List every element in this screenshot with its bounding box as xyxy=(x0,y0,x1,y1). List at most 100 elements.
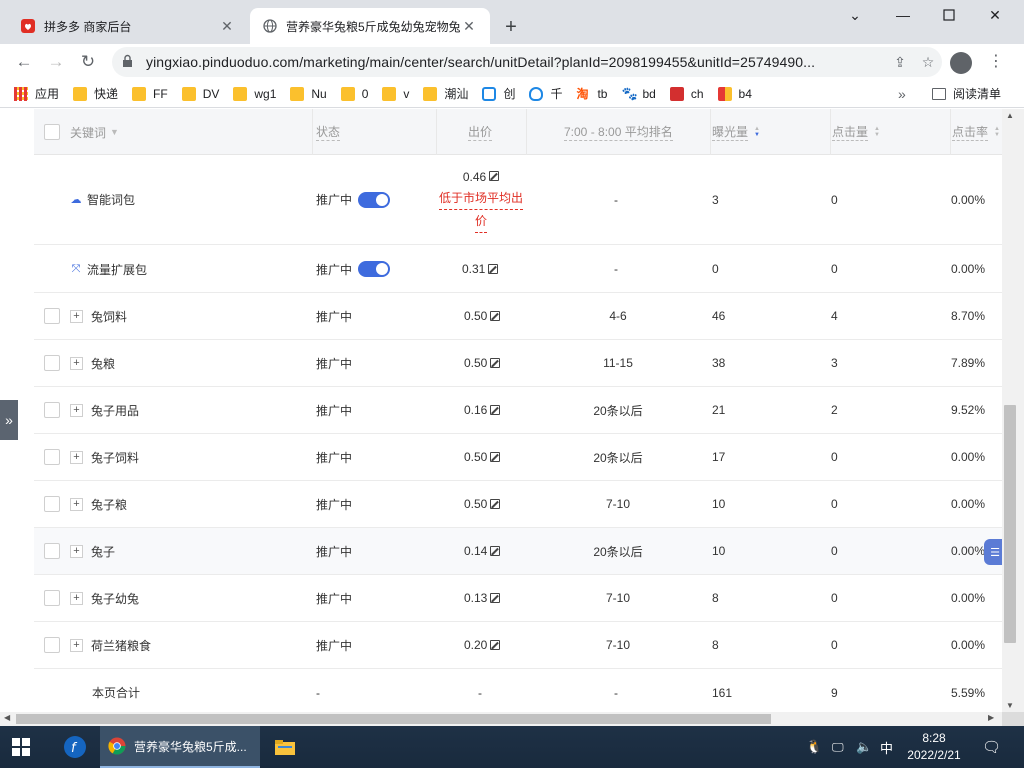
edit-icon[interactable] xyxy=(490,358,501,368)
bookmark-qianniu[interactable]: 千 xyxy=(529,85,562,102)
bookmark-folder[interactable]: FF xyxy=(132,86,168,101)
reading-list-button[interactable]: 阅读清单 xyxy=(932,85,1001,102)
tab-close-icon[interactable]: ✕ xyxy=(218,17,236,35)
reload-icon[interactable]: ↻ xyxy=(72,46,104,78)
close-window-icon[interactable]: ✕ xyxy=(972,4,1018,26)
bookmark-star-icon[interactable]: ☆ xyxy=(914,48,942,76)
folder-icon xyxy=(233,86,248,101)
bookmark-folder[interactable]: Nu xyxy=(290,86,327,101)
expand-row-icon[interactable]: + xyxy=(70,356,83,370)
minimize-icon[interactable]: — xyxy=(880,4,926,26)
bookmark-folder[interactable]: DV xyxy=(181,86,219,101)
notification-icon[interactable]: 🗨 xyxy=(982,726,1001,768)
filter-icon[interactable]: ▼ xyxy=(110,127,119,137)
sidebar-expand-icon[interactable]: » xyxy=(0,400,18,440)
volume-icon[interactable]: 🔈 xyxy=(856,726,872,768)
edit-icon[interactable] xyxy=(490,311,501,321)
status-toggle[interactable] xyxy=(358,191,391,208)
maximize-icon[interactable] xyxy=(926,4,972,26)
scroll-right-icon[interactable]: ▶ xyxy=(988,713,994,722)
edit-icon[interactable] xyxy=(490,593,501,603)
header-clicks[interactable]: 点击量 ▲ ▼ xyxy=(832,109,880,155)
bookmark-folder[interactable]: 潮汕 xyxy=(423,85,468,102)
bookmark-taobao[interactable]: 淘 tb xyxy=(576,87,607,101)
tab-pinduoduo-backend[interactable]: 拼多多 商家后台 ✕ xyxy=(8,8,248,44)
bookmark-apps[interactable]: 应用 xyxy=(14,85,59,102)
row-checkbox[interactable] xyxy=(44,637,60,653)
url-text[interactable]: yingxiao.pinduoduo.com/marketing/main/ce… xyxy=(146,54,886,70)
taskbar-chrome-window[interactable]: 营养豪华兔粮5斤成... xyxy=(100,726,260,768)
expand-row-icon[interactable]: + xyxy=(70,544,83,558)
expand-row-icon[interactable]: + xyxy=(70,497,83,511)
row-checkbox[interactable] xyxy=(44,590,60,606)
tab-close-icon[interactable]: ✕ xyxy=(460,17,478,35)
bookmark-baidu[interactable]: 🐾 bd xyxy=(621,86,655,101)
sort-icon[interactable]: ▲ ▼ xyxy=(874,126,880,138)
column-divider xyxy=(710,109,711,155)
row-checkbox[interactable] xyxy=(44,308,60,324)
bookmark-folder[interactable]: 快递 xyxy=(73,85,118,102)
bookmark-folder[interactable]: wg1 xyxy=(233,86,276,101)
bookmark-ch[interactable]: ch xyxy=(669,86,704,101)
network-icon[interactable]: 🖵 xyxy=(832,726,844,768)
scrollbar-thumb[interactable] xyxy=(1004,405,1016,643)
forward-icon[interactable]: → xyxy=(40,46,72,78)
edit-icon[interactable] xyxy=(488,264,499,274)
scroll-down-icon[interactable]: ▼ xyxy=(1006,701,1014,710)
tab-search-icon[interactable]: ⌄ xyxy=(832,4,878,26)
scrollbar-thumb[interactable] xyxy=(16,714,771,724)
profile-avatar-icon[interactable] xyxy=(950,52,972,74)
horizontal-scrollbar[interactable]: ◀ ▶ xyxy=(0,712,1002,726)
rank-cell: 7-10 xyxy=(605,591,631,605)
bookmark-b4[interactable]: b4 xyxy=(717,86,752,101)
edit-icon[interactable] xyxy=(490,405,501,415)
scroll-up-icon[interactable]: ▲ xyxy=(1006,111,1014,120)
header-impressions[interactable]: 曝光量 ▲ ▼ xyxy=(712,109,760,155)
bookmarks-more-icon[interactable]: » xyxy=(898,86,906,102)
bookmark-bilibili[interactable]: 创 xyxy=(482,85,515,102)
status-toggle[interactable] xyxy=(358,261,391,277)
windows-start-icon[interactable] xyxy=(12,738,30,756)
row-checkbox[interactable] xyxy=(44,543,60,559)
status-text: 推广中 xyxy=(316,193,353,207)
header-rank-label: 7:00 - 8:00 平均排名 xyxy=(564,125,673,141)
row-checkbox[interactable] xyxy=(44,402,60,418)
expand-row-icon[interactable]: + xyxy=(70,591,83,605)
sort-icon[interactable]: ▲ ▼ xyxy=(754,126,760,138)
expand-row-icon[interactable]: + xyxy=(70,403,83,417)
sort-icon[interactable]: ▲ ▼ xyxy=(994,126,1000,138)
flash-app-icon[interactable]: f xyxy=(60,726,90,768)
select-all-checkbox[interactable] xyxy=(44,124,60,140)
edit-icon[interactable] xyxy=(490,499,501,509)
file-explorer-icon[interactable] xyxy=(268,726,302,768)
edit-icon[interactable] xyxy=(490,640,501,650)
new-tab-button[interactable]: + xyxy=(500,16,522,38)
expand-row-icon[interactable]: + xyxy=(70,450,83,464)
header-keyword[interactable]: 关键词 ▼ xyxy=(70,109,119,155)
impressions-cell: 8 xyxy=(712,638,719,652)
edit-icon[interactable] xyxy=(489,170,500,181)
header-ctr[interactable]: 点击率 ▲ ▼ xyxy=(952,109,1000,155)
vertical-scrollbar[interactable]: ▲ ▼ xyxy=(1002,109,1018,712)
header-rank: 7:00 - 8:00 平均排名 xyxy=(564,109,673,155)
edit-icon[interactable] xyxy=(490,546,501,556)
tab-unit-detail[interactable]: 营养豪华兔粮5斤成兔幼兔宠物兔 ✕ xyxy=(250,8,490,44)
menu-dots-icon[interactable]: ⋮ xyxy=(988,53,1004,73)
expand-row-icon[interactable]: + xyxy=(70,638,83,652)
bookmark-folder[interactable]: 0 xyxy=(340,86,368,101)
row-checkbox[interactable] xyxy=(44,496,60,512)
edit-icon[interactable] xyxy=(490,452,501,462)
system-clock[interactable]: 8:28 2022/2/21 xyxy=(898,730,970,764)
row-checkbox[interactable] xyxy=(44,449,60,465)
address-bar[interactable]: yingxiao.pinduoduo.com/marketing/main/ce… xyxy=(112,47,942,77)
chat-icon[interactable]: ☰ xyxy=(984,539,1002,565)
back-icon[interactable]: ← xyxy=(8,46,40,78)
row-checkbox[interactable] xyxy=(44,355,60,371)
qq-icon[interactable]: 🐧 xyxy=(806,726,822,768)
bookmark-folder[interactable]: v xyxy=(382,86,409,101)
ime-indicator[interactable]: 中 xyxy=(880,726,893,768)
share-icon[interactable]: ⇪ xyxy=(886,48,914,76)
ctr-cell: 0.00% xyxy=(951,638,986,652)
scroll-left-icon[interactable]: ◀ xyxy=(4,713,10,722)
expand-row-icon[interactable]: + xyxy=(70,309,83,323)
